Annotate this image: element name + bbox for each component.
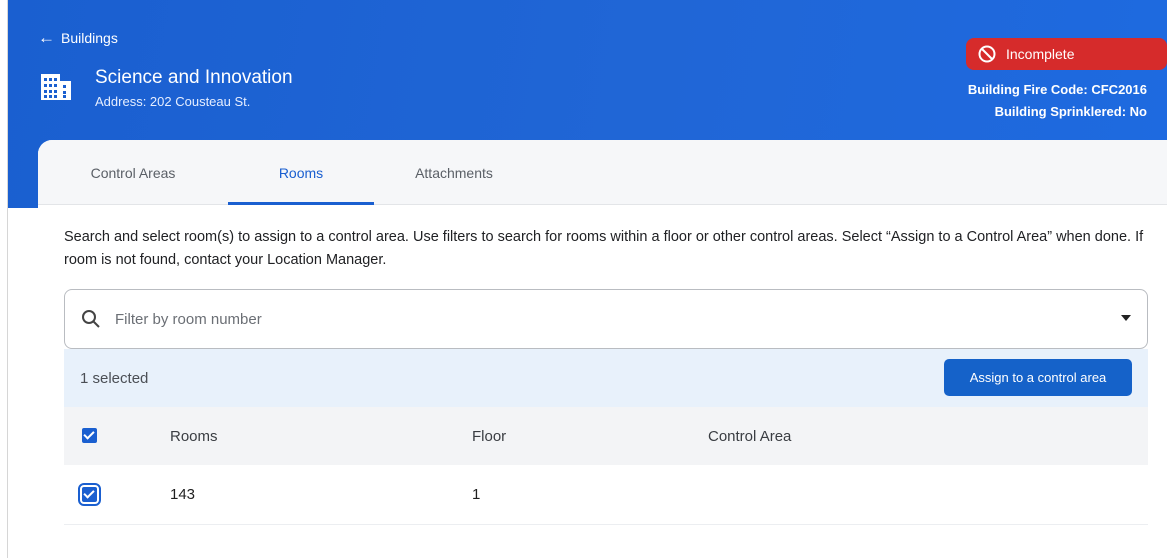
- row-checkbox[interactable]: [78, 483, 101, 506]
- column-header-rooms: Rooms: [170, 427, 218, 445]
- active-tab-indicator: [228, 202, 374, 205]
- instructions-text: Search and select room(s) to assign to a…: [64, 229, 1144, 268]
- building-icon: [41, 74, 71, 100]
- back-arrow-icon: ←: [38, 28, 55, 47]
- status-badge: Incomplete: [966, 38, 1167, 70]
- assign-to-control-area-button[interactable]: Assign to a control area: [944, 359, 1132, 396]
- column-header-floor: Floor: [472, 427, 507, 445]
- prohibited-icon: [978, 45, 996, 63]
- search-icon: [82, 310, 100, 328]
- status-label: Incomplete: [1006, 46, 1075, 62]
- select-all-checkbox[interactable]: [82, 428, 97, 443]
- tab-bar: Control Areas Rooms Attachments: [38, 140, 1167, 205]
- floor-cell: 1: [472, 486, 481, 503]
- tab-attachments[interactable]: Attachments: [374, 140, 534, 205]
- building-name: Science and Innovation: [95, 67, 293, 88]
- tab-rooms[interactable]: Rooms: [228, 140, 374, 205]
- sprinklered-status: Building Sprinklered: No: [994, 104, 1147, 119]
- table-header: Rooms Floor Control Area: [64, 407, 1148, 465]
- fire-code: Building Fire Code: CFC2016: [967, 82, 1147, 97]
- building-address: Address: 202 Cousteau St.: [95, 94, 251, 109]
- room-filter-field[interactable]: Filter by room number: [64, 289, 1148, 349]
- room-number-cell: 143: [170, 486, 196, 503]
- selection-bar: 1 selected Assign to a control area: [64, 349, 1148, 407]
- back-to-buildings-link[interactable]: ← Buildings: [38, 28, 118, 47]
- search-input[interactable]: Filter by room number: [115, 311, 1147, 328]
- column-header-control-area: Control Area: [708, 427, 792, 445]
- back-link-label: Buildings: [61, 30, 118, 46]
- tab-control-areas[interactable]: Control Areas: [38, 140, 228, 205]
- window-edge: [0, 0, 8, 558]
- selected-count: 1 selected: [80, 369, 149, 387]
- table-row[interactable]: 143 1: [64, 465, 1148, 525]
- caret-down-icon[interactable]: [1121, 315, 1131, 321]
